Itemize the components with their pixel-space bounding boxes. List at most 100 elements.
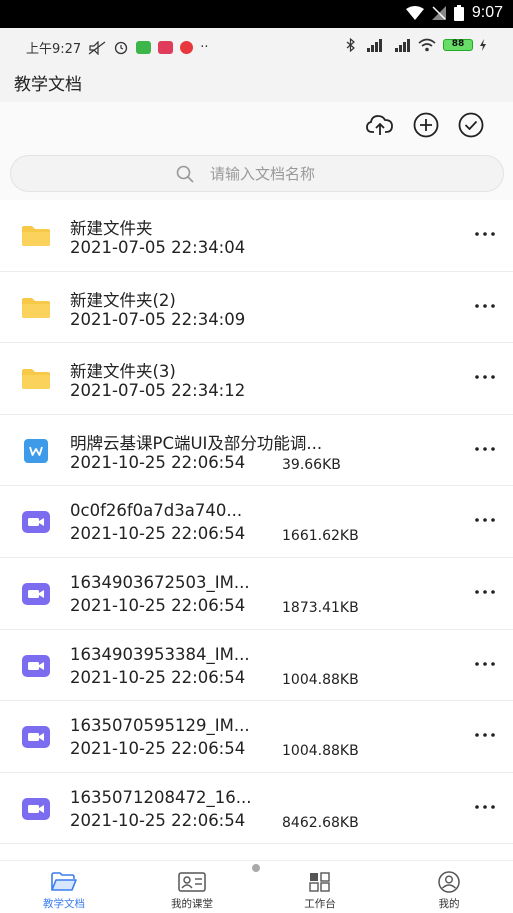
more-horizontal-icon [475, 303, 495, 308]
system-time: 9:07 [471, 4, 503, 21]
file-date: 2021-07-05 22:34:12 [70, 381, 246, 401]
file-name: 新建文件夹(2) [70, 290, 176, 310]
file-row[interactable]: 1635070595129_IM... 2021-10-25 22:06:54 10… [0, 701, 513, 773]
search-area [0, 148, 513, 200]
more-horizontal-icon [475, 518, 495, 523]
phone-status-bar: 上午9:27 ·· 88 [0, 28, 513, 64]
bluetooth-icon [346, 38, 355, 52]
tab-label: 我的 [438, 898, 460, 910]
more-horizontal-icon [475, 232, 495, 236]
wifi-icon [405, 6, 424, 20]
battery-icon [453, 5, 464, 21]
file-row[interactable]: 1634903953384_IM... 2021-10-25 22:06:54 10… [0, 629, 513, 702]
more-horizontal-icon [475, 375, 495, 379]
check-circle-icon [458, 112, 484, 138]
file-date: 2021-10-25 22:06:54 [70, 524, 246, 544]
more-horizontal-icon [475, 804, 495, 809]
tab-label: 我的课堂 [171, 898, 213, 910]
battery-level: 88 [443, 39, 473, 51]
more-options-button[interactable] [473, 296, 497, 316]
add-button[interactable] [412, 112, 440, 138]
system-status-right: 9:07 [405, 4, 503, 22]
video-file-icon [21, 653, 51, 679]
phone-status-right: 88 [346, 38, 487, 52]
no-signal-icon [431, 6, 446, 20]
plus-circle-icon [413, 112, 439, 138]
wechat-app-icon [136, 41, 152, 54]
word-file-icon [21, 438, 51, 464]
file-size: 1004.88KB [282, 743, 359, 760]
file-size: 1873.41KB [282, 599, 359, 616]
file-row[interactable]: 0c0f26f0a7d3a740... 2021-10-25 22:06:54 16… [0, 486, 513, 558]
tab-label: 工作台 [304, 898, 336, 910]
workbench-icon [306, 871, 334, 893]
search-input[interactable] [210, 164, 503, 183]
file-size: 1004.88KB [282, 671, 359, 688]
file-name: 0c0f26f0a7d3a740... [70, 501, 243, 521]
select-button[interactable] [457, 112, 485, 138]
weibo-app-icon [180, 41, 194, 54]
file-size: 8462.68KB [282, 814, 359, 831]
file-name: 1635070595129_IM... [70, 716, 250, 736]
file-date: 2021-10-25 22:06:54 [70, 739, 246, 759]
signal-2-icon [395, 38, 410, 52]
file-size: 1661.62KB [282, 528, 359, 545]
video-file-icon [21, 581, 51, 607]
tab-workbench[interactable]: 工作台 [256, 861, 384, 913]
file-row[interactable]: 1634903672503_IM... 2021-10-25 22:06:54 18… [0, 557, 513, 630]
more-options-button[interactable] [473, 510, 497, 530]
phone-time: 上午9:27 [26, 42, 82, 57]
folder-open-icon [50, 871, 78, 893]
upload-button[interactable] [366, 112, 394, 138]
charging-icon [480, 39, 486, 51]
tab-teaching-docs[interactable]: 教学文档 [0, 861, 128, 913]
health-app-icon [158, 41, 174, 54]
file-name: 1635071208472_16... [70, 787, 252, 807]
tab-my-classroom[interactable]: 我的课堂 [128, 861, 256, 913]
file-name: 1634903672503_IM... [70, 572, 250, 592]
more-options-button[interactable] [473, 654, 497, 674]
file-row[interactable]: 新建文件夹(2) 2021-07-05 22:34:09 [0, 271, 513, 344]
more-horizontal-icon [475, 733, 495, 737]
tab-mine[interactable]: 我的 [385, 861, 513, 913]
search-icon [176, 165, 194, 183]
file-date: 2021-10-25 22:06:54 [70, 595, 246, 615]
search-box[interactable] [10, 155, 504, 192]
file-name: 1634903953384_IM... [70, 644, 250, 664]
more-options-button[interactable] [473, 367, 497, 387]
page-title: 教学文档 [14, 75, 82, 95]
more-options-button[interactable] [473, 224, 497, 244]
more-horizontal-icon [475, 661, 495, 666]
file-row[interactable]: 1635071208472_16... 2021-10-25 22:06:54 84… [0, 772, 513, 845]
more-options-button[interactable] [473, 797, 497, 817]
folder-icon [21, 223, 51, 249]
user-icon [435, 871, 463, 893]
file-row[interactable]: 明牌云基课PC端UI及部分功能调... 2021-10-25 22:06:54 39… [0, 414, 513, 487]
folder-icon [21, 295, 51, 321]
more-options-button[interactable] [473, 439, 497, 459]
mute-icon [88, 40, 106, 55]
file-date: 2021-07-05 22:34:04 [70, 238, 246, 257]
file-date: 2021-10-25 22:06:54 [70, 667, 246, 687]
more-horizontal-icon [475, 590, 495, 594]
video-file-icon [21, 509, 51, 535]
more-notifications: ·· [200, 40, 209, 55]
folder-icon [21, 366, 51, 392]
classroom-icon [178, 871, 206, 893]
more-options-button[interactable] [473, 725, 497, 745]
toolbar [0, 102, 513, 148]
wifi-icon [418, 38, 436, 52]
signal-1-icon [367, 38, 382, 52]
file-date: 2021-07-05 22:34:09 [70, 309, 246, 329]
file-row[interactable]: 新建文件夹(3) 2021-07-05 22:34:12 [0, 343, 513, 415]
alarm-icon [115, 41, 128, 55]
more-horizontal-icon [475, 446, 495, 451]
more-options-button[interactable] [473, 582, 497, 602]
file-row[interactable]: 新建文件夹 2021-07-05 22:34:04 [0, 200, 513, 272]
file-name: 明牌云基课PC端UI及部分功能调... [70, 433, 323, 453]
video-file-icon [21, 796, 51, 822]
app-header: 教学文档 [0, 64, 513, 102]
file-name: 新建文件夹 [70, 219, 153, 238]
cloud-upload-icon [366, 115, 393, 135]
file-date: 2021-10-25 22:06:54 [70, 810, 246, 830]
